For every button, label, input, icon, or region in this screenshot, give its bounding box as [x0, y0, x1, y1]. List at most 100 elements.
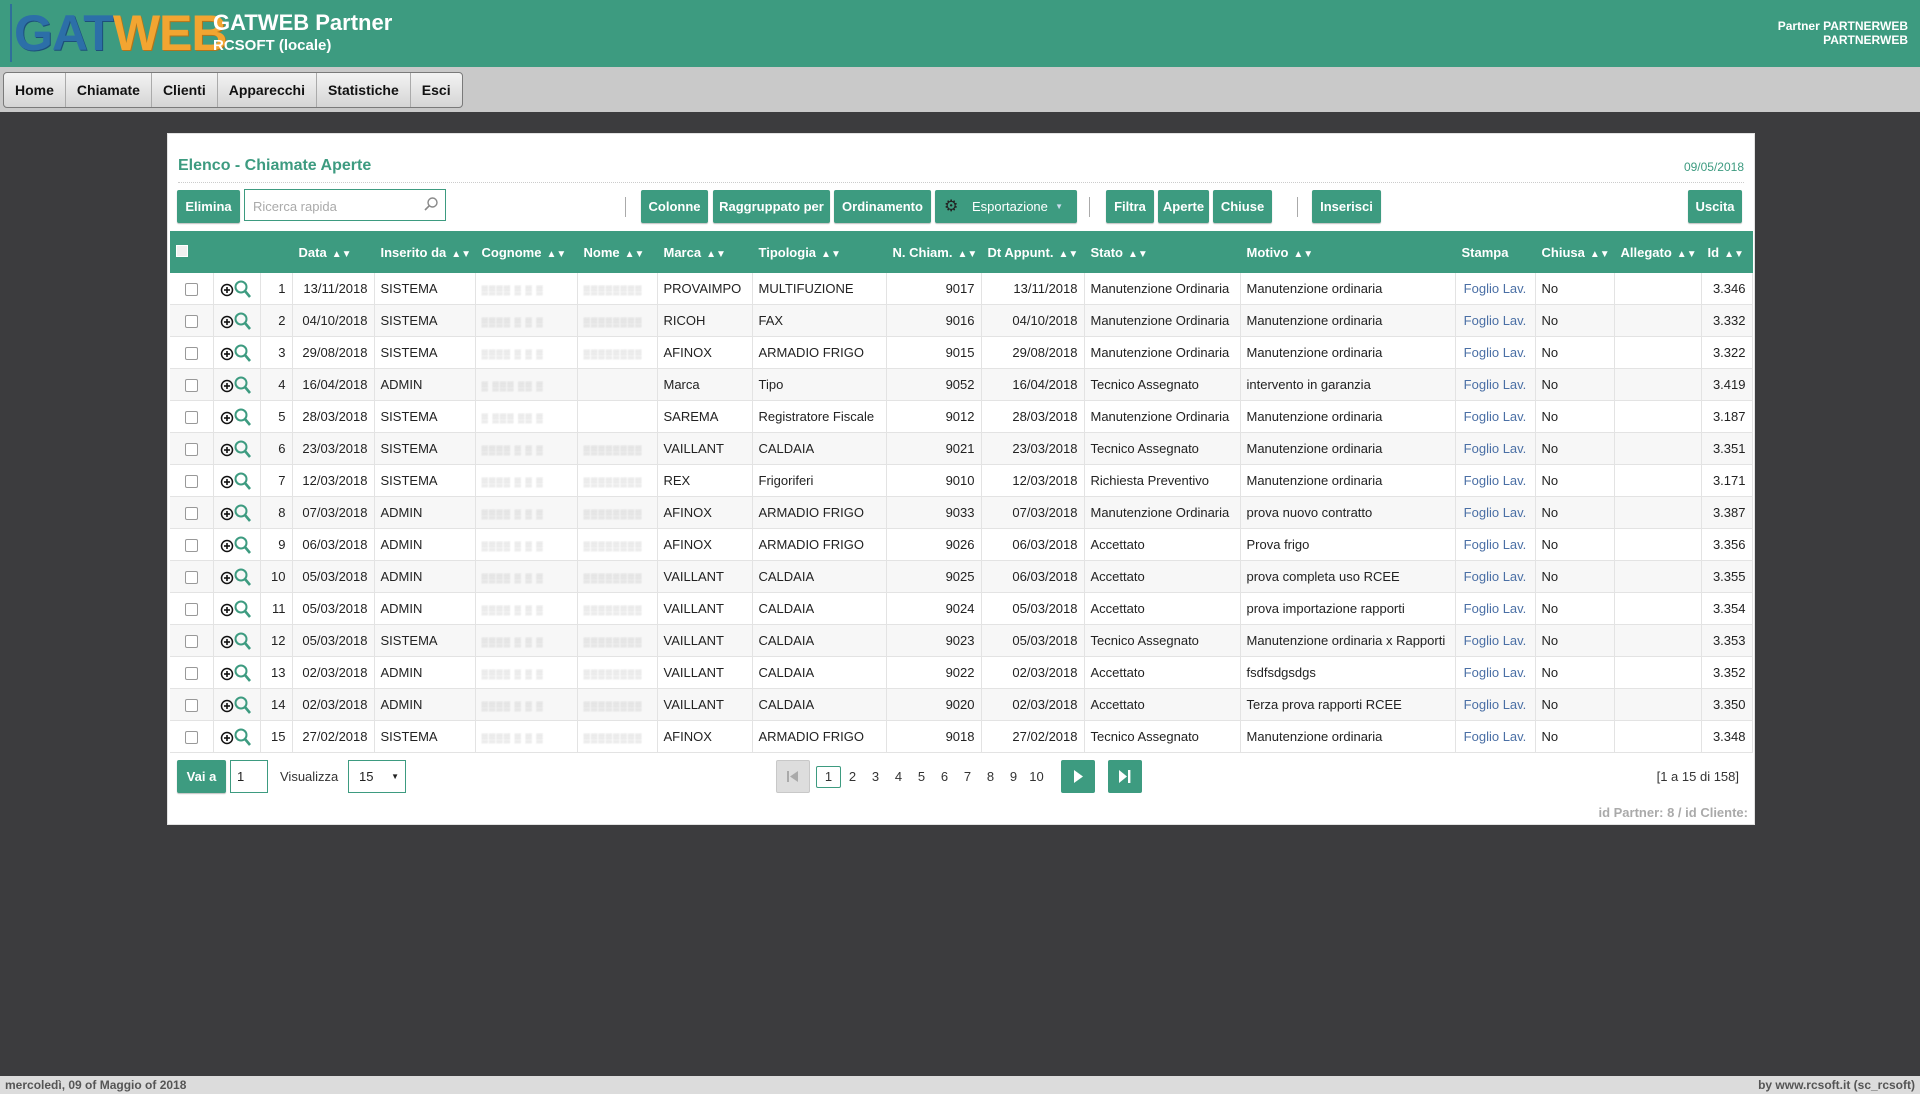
page-4[interactable]: 4	[887, 769, 910, 784]
add-icon[interactable]	[220, 571, 233, 584]
first-page-button[interactable]	[776, 760, 810, 793]
closed-calls-button[interactable]: Chiuse	[1213, 190, 1272, 223]
filter-button[interactable]: Filtra	[1106, 190, 1154, 223]
page-3[interactable]: 3	[864, 769, 887, 784]
table-row[interactable]: 12 05/03/2018 SISTEMA ▒▒▒▒ ▒ ▒ ▒ ▒▒▒▒▒▒▒▒ VAI…	[170, 624, 1753, 657]
add-icon[interactable]	[220, 539, 233, 552]
add-icon[interactable]	[220, 315, 233, 328]
last-page-button[interactable]	[1108, 760, 1142, 793]
col-chiusa[interactable]: Chiusa ▲▼	[1535, 231, 1615, 273]
table-row[interactable]: 4 16/04/2018 ADMIN ▒ ▒▒▒ ▒▒ ▒ Marca Tipo 9052 1…	[170, 368, 1753, 401]
menu-apparecchi[interactable]: Apparecchi	[218, 73, 317, 107]
add-icon[interactable]	[220, 635, 233, 648]
col-id[interactable]: Id ▲▼	[1701, 231, 1753, 273]
cell-stampa[interactable]: Foglio Lav.	[1455, 336, 1536, 369]
zoom-icon[interactable]	[234, 664, 251, 682]
delete-button[interactable]: Elimina	[177, 190, 240, 223]
add-icon[interactable]	[220, 699, 233, 712]
col-n-chiam[interactable]: N. Chiam. ▲▼	[886, 231, 982, 273]
table-row[interactable]: 5 28/03/2018 SISTEMA ▒ ▒▒▒ ▒▒ ▒ SAREMA Regist…	[170, 400, 1753, 433]
menu-home[interactable]: Home	[4, 73, 66, 107]
table-row[interactable]: 9 06/03/2018 ADMIN ▒▒▒▒ ▒ ▒ ▒ ▒▒▒▒▒▒▒▒ AFINOX…	[170, 528, 1753, 561]
col-tipologia[interactable]: Tipologia ▲▼	[752, 231, 887, 273]
zoom-icon[interactable]	[234, 344, 251, 362]
menu-esci[interactable]: Esci	[411, 73, 462, 107]
row-checkbox[interactable]	[184, 731, 198, 745]
page-7[interactable]: 7	[956, 769, 979, 784]
row-checkbox[interactable]	[184, 283, 198, 297]
cell-stampa[interactable]: Foglio Lav.	[1455, 368, 1536, 401]
exit-button[interactable]: Uscita	[1688, 190, 1742, 223]
page-1[interactable]: 1	[816, 765, 841, 788]
table-row[interactable]: 6 23/03/2018 SISTEMA ▒▒▒▒ ▒ ▒ ▒ ▒▒▒▒▒▒▒▒ VAIL…	[170, 432, 1753, 465]
zoom-icon[interactable]	[234, 600, 251, 618]
row-checkbox[interactable]	[184, 315, 198, 329]
cell-stampa[interactable]: Foglio Lav.	[1455, 528, 1536, 561]
row-checkbox[interactable]	[184, 443, 198, 457]
table-row[interactable]: 13 02/03/2018 ADMIN ▒▒▒▒ ▒ ▒ ▒ ▒▒▒▒▒▒▒▒ VAILL…	[170, 656, 1753, 689]
row-checkbox[interactable]	[184, 475, 198, 489]
zoom-icon[interactable]	[234, 376, 251, 394]
cell-stampa[interactable]: Foglio Lav.	[1455, 720, 1536, 753]
columns-button[interactable]: Colonne	[641, 190, 708, 223]
menu-chiamate[interactable]: Chiamate	[66, 73, 152, 107]
table-row[interactable]: 14 02/03/2018 ADMIN ▒▒▒▒ ▒ ▒ ▒ ▒▒▒▒▒▒▒▒ VAILL…	[170, 688, 1753, 721]
search-input[interactable]	[251, 196, 415, 216]
table-row[interactable]: 15 27/02/2018 SISTEMA ▒▒▒▒ ▒ ▒ ▒ ▒▒▒▒▒▒▒▒ AFI…	[170, 720, 1753, 753]
page-5[interactable]: 5	[910, 769, 933, 784]
zoom-icon[interactable]	[234, 504, 251, 522]
table-row[interactable]: 7 12/03/2018 SISTEMA ▒▒▒▒ ▒ ▒ ▒ ▒▒▒▒▒▒▒▒ REX F…	[170, 464, 1753, 497]
table-row[interactable]: 11 05/03/2018 ADMIN ▒▒▒▒ ▒ ▒ ▒ ▒▒▒▒▒▒▒▒ VAILL…	[170, 592, 1753, 625]
row-checkbox[interactable]	[184, 539, 198, 553]
menu-clienti[interactable]: Clienti	[152, 73, 218, 107]
col-cognome[interactable]: Cognome ▲▼	[475, 231, 578, 273]
page-9[interactable]: 9	[1002, 769, 1025, 784]
add-icon[interactable]	[220, 411, 233, 424]
row-checkbox[interactable]	[184, 699, 198, 713]
zoom-icon[interactable]	[234, 280, 251, 298]
search-icon[interactable]	[423, 196, 439, 212]
ordering-button[interactable]: Ordinamento	[834, 190, 931, 223]
add-icon[interactable]	[220, 379, 233, 392]
zoom-icon[interactable]	[234, 632, 251, 650]
col-inserito-da[interactable]: Inserito da ▲▼	[374, 231, 476, 273]
row-checkbox[interactable]	[184, 571, 198, 585]
col-dt-appunt[interactable]: Dt Appunt. ▲▼	[981, 231, 1085, 273]
insert-button[interactable]: Inserisci	[1312, 190, 1381, 223]
cell-stampa[interactable]: Foglio Lav.	[1455, 304, 1536, 337]
row-checkbox[interactable]	[184, 379, 198, 393]
cell-stampa[interactable]: Foglio Lav.	[1455, 496, 1536, 529]
table-row[interactable]: 3 29/08/2018 SISTEMA ▒▒▒▒ ▒ ▒ ▒ ▒▒▒▒▒▒▒▒ AFIN…	[170, 336, 1753, 369]
group-by-button[interactable]: Raggruppato per	[713, 190, 830, 223]
col-marca[interactable]: Marca ▲▼	[657, 231, 753, 273]
add-icon[interactable]	[220, 667, 233, 680]
table-row[interactable]: 1 13/11/2018 SISTEMA ▒▒▒▒ ▒ ▒ ▒ ▒▒▒▒▒▒▒▒ PROV…	[170, 273, 1753, 305]
add-icon[interactable]	[220, 731, 233, 744]
page-8[interactable]: 8	[979, 769, 1002, 784]
goto-button[interactable]: Vai a	[177, 760, 226, 793]
cell-stampa[interactable]: Foglio Lav.	[1455, 464, 1536, 497]
open-calls-button[interactable]: Aperte	[1158, 190, 1209, 223]
menu-statistiche[interactable]: Statistiche	[317, 73, 411, 107]
row-checkbox[interactable]	[184, 667, 198, 681]
add-icon[interactable]	[220, 347, 233, 360]
page-2[interactable]: 2	[841, 769, 864, 784]
cell-stampa[interactable]: Foglio Lav.	[1455, 273, 1536, 305]
table-row[interactable]: 2 04/10/2018 SISTEMA ▒▒▒▒ ▒ ▒ ▒ ▒▒▒▒▒▒▒▒ RICO…	[170, 304, 1753, 337]
row-checkbox[interactable]	[184, 347, 198, 361]
select-all-checkbox[interactable]	[170, 231, 214, 273]
table-row[interactable]: 10 05/03/2018 ADMIN ▒▒▒▒ ▒ ▒ ▒ ▒▒▒▒▒▒▒▒ VAILL…	[170, 560, 1753, 593]
zoom-icon[interactable]	[234, 536, 251, 554]
cell-stampa[interactable]: Foglio Lav.	[1455, 624, 1536, 657]
col-stato[interactable]: Stato ▲▼	[1084, 231, 1241, 273]
zoom-icon[interactable]	[234, 440, 251, 458]
zoom-icon[interactable]	[234, 568, 251, 586]
col-nome[interactable]: Nome ▲▼	[577, 231, 658, 273]
next-page-button[interactable]	[1061, 760, 1095, 793]
add-icon[interactable]	[220, 283, 233, 296]
row-checkbox[interactable]	[184, 411, 198, 425]
page-10[interactable]: 10	[1025, 769, 1048, 784]
row-checkbox[interactable]	[184, 603, 198, 617]
page-6[interactable]: 6	[933, 769, 956, 784]
row-checkbox[interactable]	[184, 507, 198, 521]
